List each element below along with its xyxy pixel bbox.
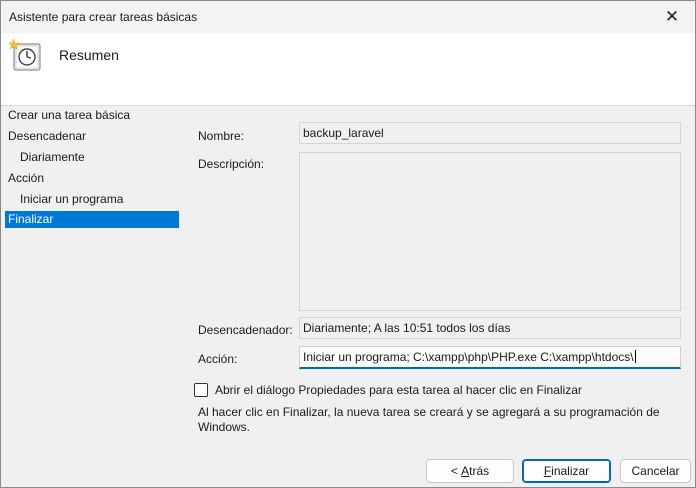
back-button-rest: trás bbox=[469, 464, 490, 478]
wizard-steps-nav: Crear una tarea básica Desencadenar Diar… bbox=[1, 105, 181, 487]
name-field[interactable]: backup_laravel bbox=[299, 122, 681, 144]
back-button-prefix: < bbox=[450, 464, 462, 478]
nav-item-accion[interactable]: Acción bbox=[5, 170, 179, 187]
close-icon: ✕ bbox=[664, 7, 680, 26]
action-field-text: Iniciar un programa; C:\xampp\php\PHP.ex… bbox=[303, 350, 634, 364]
name-label: Nombre: bbox=[198, 129, 245, 143]
task-clock-icon bbox=[8, 38, 41, 71]
back-button-accel: A bbox=[461, 464, 470, 478]
open-properties-label: Abrir el diálogo Propiedades para esta t… bbox=[215, 383, 582, 397]
trigger-field[interactable]: Diariamente; A las 10:51 todos los días bbox=[299, 317, 681, 339]
description-field[interactable] bbox=[299, 152, 681, 311]
finish-button[interactable]: Finalizar bbox=[522, 459, 611, 483]
back-button[interactable]: < Atrás bbox=[426, 459, 514, 483]
nav-item-diariamente[interactable]: Diariamente bbox=[5, 149, 179, 166]
text-caret bbox=[634, 350, 636, 363]
action-field[interactable]: Iniciar un programa; C:\xampp\php\PHP.ex… bbox=[299, 346, 681, 369]
cancel-button[interactable]: Cancelar bbox=[620, 459, 691, 483]
wizard-header: Resumen bbox=[1, 33, 695, 106]
trigger-label: Desencadenador: bbox=[198, 323, 293, 337]
title-bar: Asistente para crear tareas básicas ✕ bbox=[1, 1, 695, 33]
nav-item-finalizar[interactable]: Finalizar bbox=[5, 211, 179, 228]
page-title: Resumen bbox=[59, 47, 119, 63]
finish-info-text: Al hacer clic en Finalizar, la nueva tar… bbox=[198, 405, 660, 434]
finish-button-rest: inalizar bbox=[551, 464, 590, 478]
finish-button-accel: F bbox=[543, 464, 552, 478]
nav-item-iniciar-programa[interactable]: Iniciar un programa bbox=[5, 191, 179, 208]
nav-item-crear-tarea[interactable]: Crear una tarea básica bbox=[5, 107, 179, 124]
task-wizard-window: Asistente para crear tareas básicas ✕ Re… bbox=[0, 0, 696, 488]
open-properties-checkbox[interactable] bbox=[194, 383, 208, 397]
window-title: Asistente para crear tareas básicas bbox=[9, 10, 198, 24]
open-properties-option[interactable]: Abrir el diálogo Propiedades para esta t… bbox=[194, 383, 582, 397]
action-label: Acción: bbox=[198, 352, 238, 366]
close-button[interactable]: ✕ bbox=[649, 1, 695, 33]
nav-item-desencadenar[interactable]: Desencadenar bbox=[5, 128, 179, 145]
description-label: Descripción: bbox=[198, 157, 265, 171]
